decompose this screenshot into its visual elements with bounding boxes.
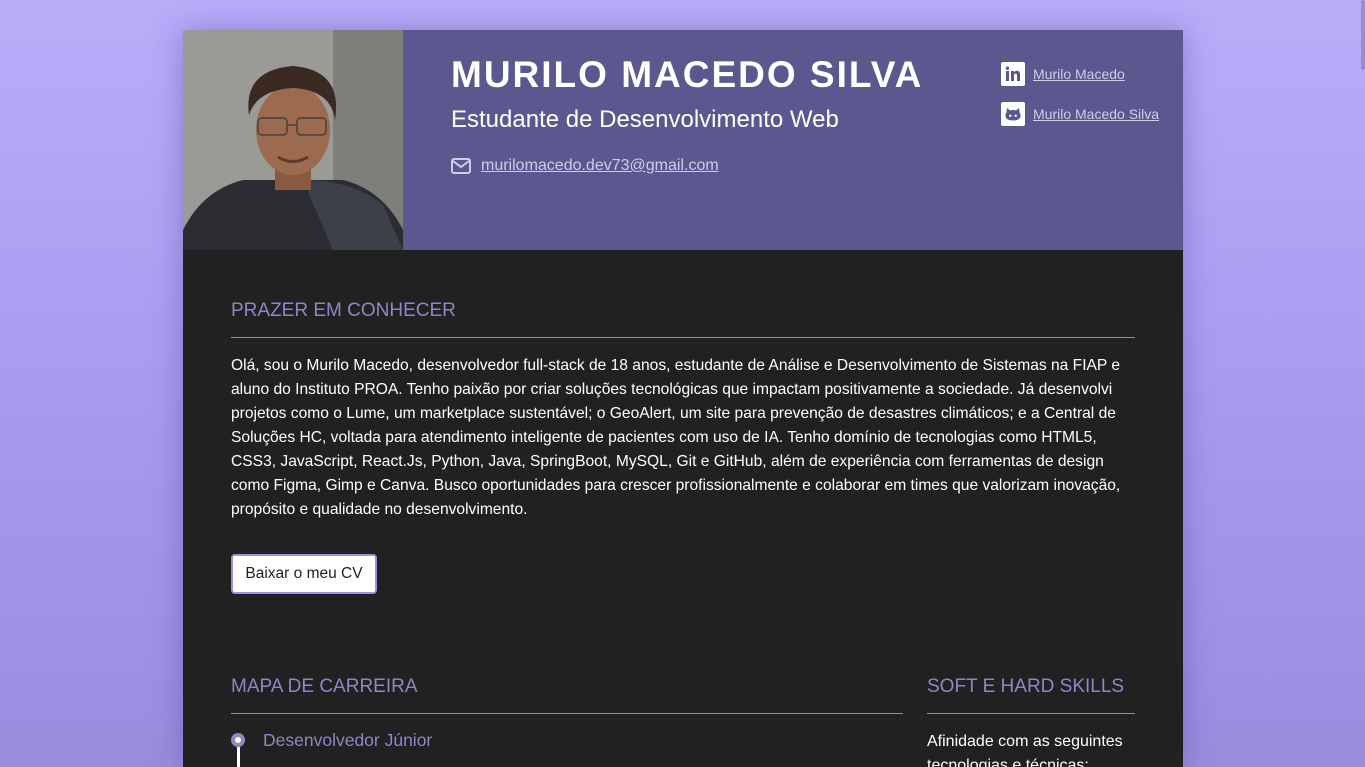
career-section-title: MAPA DE CARREIRA	[231, 676, 418, 697]
career-divider	[231, 713, 903, 714]
email-contact: murilomacedo.dev73@gmail.com	[451, 155, 719, 177]
skills-section-title: SOFT E HARD SKILLS	[927, 676, 1125, 697]
about-divider	[231, 337, 1135, 338]
timeline-dot-icon	[231, 733, 245, 747]
profile-header: MURILO MACEDO SILVA Estudante de Desenvo…	[183, 30, 1183, 250]
page-scrollbar[interactable]	[1361, 0, 1365, 767]
career-item-title: Desenvolvedor Júnior	[263, 730, 433, 750]
profile-name: MURILO MACEDO SILVA	[451, 54, 924, 95]
download-cv-button[interactable]: Baixar o meu CV	[231, 554, 377, 594]
github-contact: Murilo Macedo Silva	[1001, 102, 1171, 126]
profile-photo	[183, 30, 403, 250]
email-icon	[451, 158, 471, 174]
skills-intro: Afinidade com as seguintes tecnologias e…	[927, 733, 1123, 767]
resume-page: MURILO MACEDO SILVA Estudante de Desenvo…	[183, 30, 1183, 767]
linkedin-link[interactable]: Murilo Macedo	[1033, 66, 1125, 82]
skills-divider	[927, 713, 1135, 714]
email-link[interactable]: murilomacedo.dev73@gmail.com	[481, 157, 719, 175]
profile-role: Estudante de Desenvolvimento Web	[451, 106, 839, 133]
about-section-title: PRAZER EM CONHECER	[231, 300, 456, 321]
github-icon[interactable]	[1001, 102, 1025, 126]
about-text: Olá, sou o Murilo Macedo, desenvolvedor …	[231, 357, 1121, 518]
scrollbar-thumb[interactable]	[1361, 0, 1365, 70]
github-link[interactable]: Murilo Macedo Silva	[1033, 106, 1159, 122]
linkedin-contact: Murilo Macedo	[1001, 62, 1171, 86]
linkedin-icon[interactable]	[1001, 62, 1025, 86]
timeline-line	[237, 747, 240, 767]
